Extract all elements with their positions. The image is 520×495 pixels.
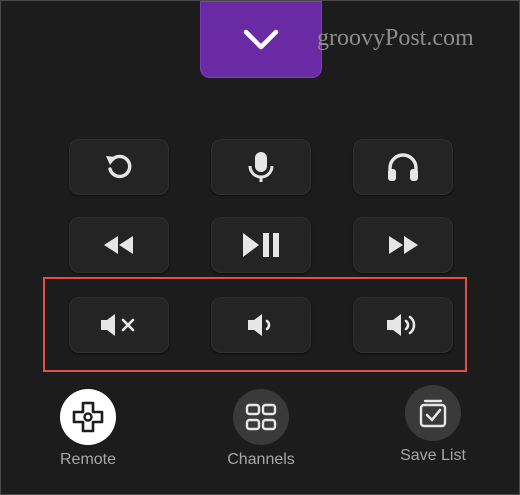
fast-forward-button[interactable]: [353, 217, 453, 273]
microphone-icon: [248, 152, 274, 182]
channels-grid-icon: [245, 403, 277, 431]
play-pause-button[interactable]: [211, 217, 311, 273]
nav-label-save-list: Save List: [400, 447, 466, 464]
nav-label-remote: Remote: [59, 451, 117, 468]
nav-item-remote[interactable]: Remote: [28, 389, 148, 479]
nav-save-list-circle: [405, 385, 461, 441]
rewind-icon: [104, 236, 133, 254]
headphones-icon: [388, 153, 418, 181]
voice-search-button[interactable]: [211, 139, 311, 195]
collapse-down-button[interactable]: [200, 1, 322, 78]
nav-item-channels[interactable]: Channels: [201, 389, 321, 479]
nav-label-channels: Channels: [227, 451, 295, 468]
private-listening-button[interactable]: [353, 139, 453, 195]
remote-screen: groovyPost.com Remote Channels Save List: [0, 0, 520, 495]
replay-icon: [106, 154, 132, 179]
instant-replay-button[interactable]: [69, 139, 169, 195]
remote-dpad-icon: [72, 401, 104, 433]
chevron-down-icon: [243, 29, 279, 49]
play-pause-icon: [243, 233, 279, 257]
volume-controls-highlight: [43, 277, 467, 372]
rewind-button[interactable]: [69, 217, 169, 273]
nav-remote-circle: [60, 389, 116, 445]
nav-channels-circle: [233, 389, 289, 445]
watermark-text: groovyPost.com: [317, 25, 474, 51]
fast-forward-icon: [389, 236, 418, 254]
save-list-icon: [419, 399, 447, 428]
nav-item-save-list[interactable]: Save List: [373, 385, 493, 475]
